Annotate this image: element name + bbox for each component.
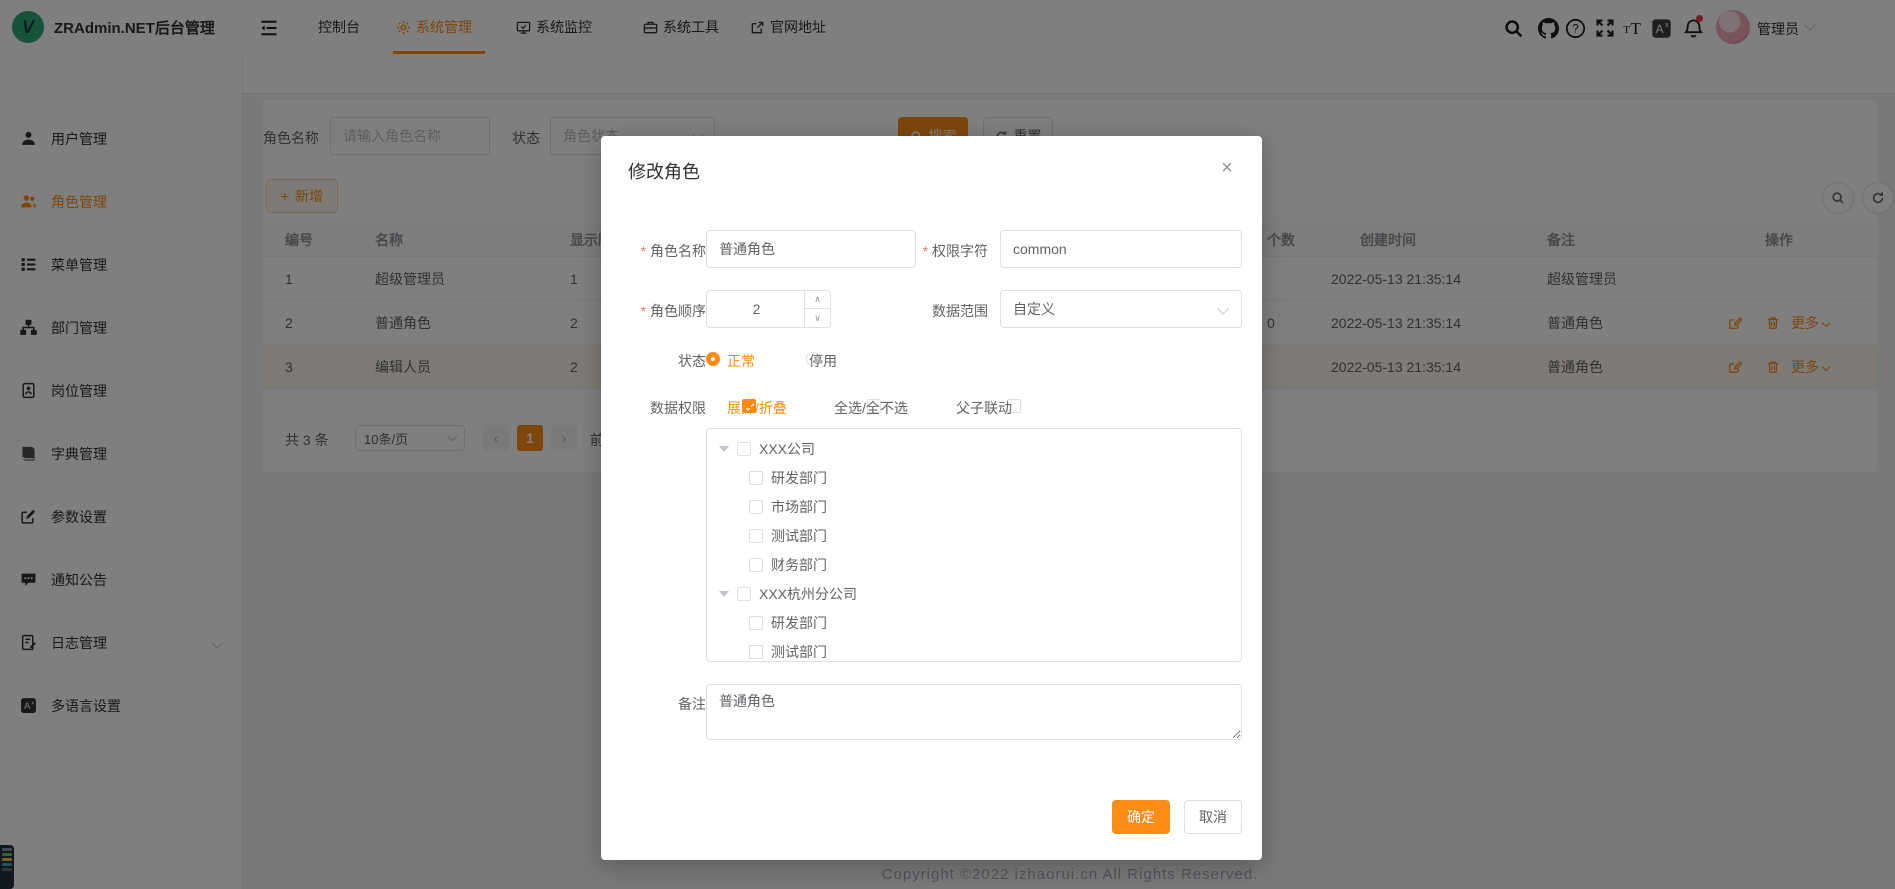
tree-node-child[interactable]: 研发部门	[749, 465, 827, 491]
tree-node-label: 研发部门	[771, 613, 827, 633]
status-radio-normal[interactable]	[706, 352, 720, 366]
tree-node-checkbox[interactable]	[737, 587, 751, 601]
role-order-stepper[interactable]: 2 ∧ ∨	[706, 290, 831, 328]
data-perm-label: 数据权限	[621, 398, 706, 418]
data-scope-value: 自定义	[1013, 299, 1055, 319]
role-order-value: 2	[707, 291, 806, 327]
tree-node-label: XXX杭州分公司	[759, 584, 857, 604]
tree-expand-caret-icon[interactable]	[719, 591, 729, 602]
tree-node-label: 测试部门	[771, 642, 827, 662]
role-name-input[interactable]	[706, 230, 916, 268]
close-icon[interactable]: ×	[1215, 156, 1239, 180]
role-key-input[interactable]	[1000, 230, 1242, 268]
status-normal-label: 正常	[727, 351, 755, 371]
tree-node-parent[interactable]: XXX杭州分公司	[719, 581, 857, 607]
data-scope-label: 数据范围	[903, 301, 988, 321]
edit-role-dialog: 修改角色 × 角色名称 权限字符 角色顺序 2 ∧ ∨ 数据范围 自定义 状态 …	[601, 136, 1262, 860]
cancel-button[interactable]: 取消	[1184, 800, 1242, 834]
tree-node-label: 市场部门	[771, 497, 827, 517]
tree-node-label: 测试部门	[771, 526, 827, 546]
tree-node-checkbox[interactable]	[749, 616, 763, 630]
tree-node-child[interactable]: 测试部门	[749, 639, 827, 665]
select-all-label: 全选/全不选	[834, 398, 908, 418]
parent-child-link-label: 父子联动	[956, 398, 1012, 418]
tree-node-checkbox[interactable]	[749, 500, 763, 514]
tree-node-child[interactable]: 市场部门	[749, 494, 827, 520]
role-name-label: 角色名称	[621, 241, 706, 261]
tree-node-checkbox[interactable]	[749, 558, 763, 572]
tree-node-child[interactable]: 研发部门	[749, 610, 827, 636]
tree-node-child[interactable]: 测试部门	[749, 523, 827, 549]
tree-node-checkbox[interactable]	[749, 529, 763, 543]
status-label: 状态	[621, 351, 706, 371]
tree-node-label: XXX公司	[759, 439, 815, 459]
chevron-down-icon	[1217, 303, 1228, 314]
remark-textarea[interactable]: 普通角色	[706, 684, 1242, 740]
stepper-down-button[interactable]: ∨	[805, 309, 830, 327]
dialog-title: 修改角色	[628, 158, 700, 184]
tree-node-checkbox[interactable]	[749, 471, 763, 485]
tree-expand-caret-icon[interactable]	[719, 446, 729, 457]
status-disabled-label: 停用	[809, 351, 837, 371]
confirm-button[interactable]: 确定	[1112, 800, 1170, 834]
tree-node-checkbox[interactable]	[749, 645, 763, 659]
tree-node-label: 研发部门	[771, 468, 827, 488]
department-tree: XXX公司 研发部门 市场部门 测试部门 财务部门 XXX杭州分公司 研发部门	[706, 428, 1242, 662]
tree-node-child[interactable]: 财务部门	[749, 552, 827, 578]
role-order-label: 角色顺序	[621, 301, 706, 321]
stepper-up-button[interactable]: ∧	[805, 291, 830, 309]
remark-label: 备注	[621, 694, 706, 714]
tree-node-parent[interactable]: XXX公司	[719, 436, 815, 462]
data-scope-select[interactable]: 自定义	[1000, 290, 1242, 328]
role-key-label: 权限字符	[903, 241, 988, 261]
tree-node-label: 财务部门	[771, 555, 827, 575]
expand-collapse-label: 展开/折叠	[727, 398, 787, 418]
tree-node-checkbox[interactable]	[737, 442, 751, 456]
